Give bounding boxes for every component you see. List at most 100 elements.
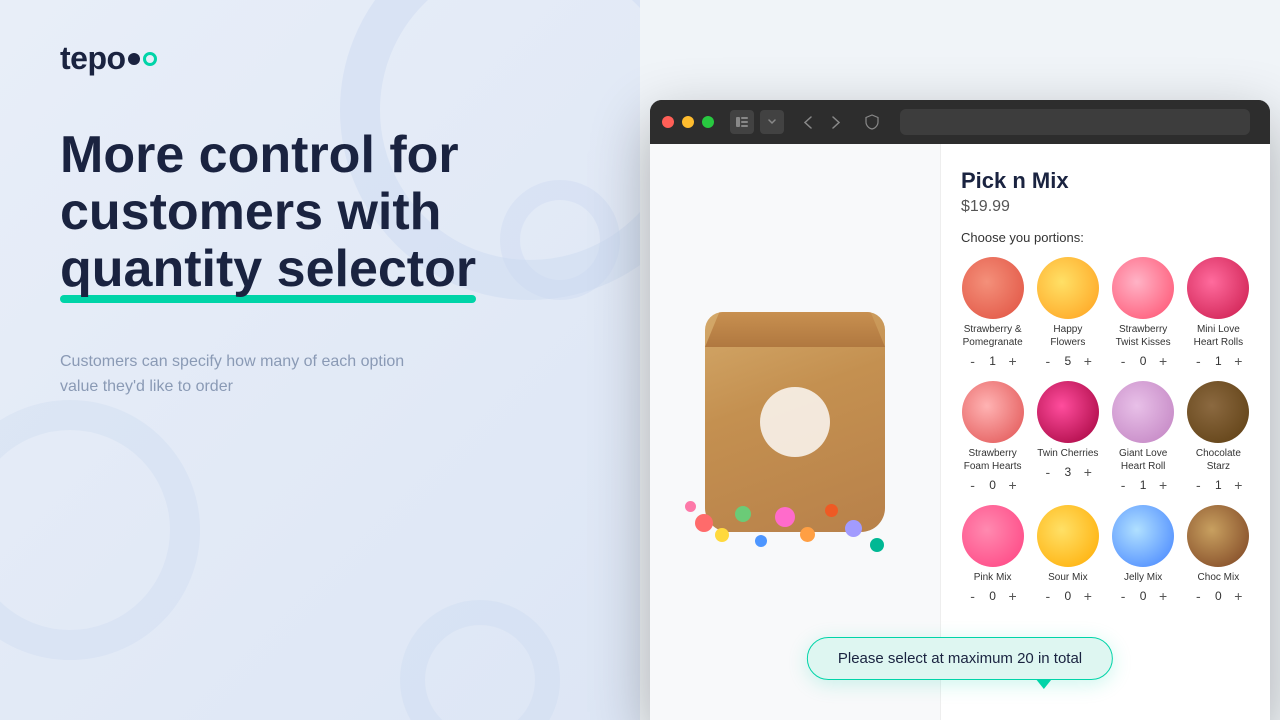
qty-control-1: -5+ xyxy=(1040,353,1096,369)
candy-image-8 xyxy=(962,505,1024,567)
product-title: Pick n Mix xyxy=(961,168,1250,194)
logo-dots xyxy=(128,52,157,66)
logo-text: tepo xyxy=(60,40,126,77)
qty-value-5: 3 xyxy=(1060,465,1076,479)
qty-value-0: 1 xyxy=(985,354,1001,368)
qty-minus-0[interactable]: - xyxy=(965,353,981,369)
logo: tepo xyxy=(60,40,580,77)
candy-image-3 xyxy=(1187,257,1249,319)
browser-nav xyxy=(796,110,848,134)
notification-text: Please select at maximum 20 in total xyxy=(838,650,1082,667)
candy-image-11 xyxy=(1187,505,1249,567)
candy-image-0 xyxy=(962,257,1024,319)
address-bar[interactable] xyxy=(900,109,1250,135)
qty-plus-6[interactable]: + xyxy=(1155,477,1171,493)
forward-button[interactable] xyxy=(824,110,848,134)
logo-dot-outline xyxy=(143,52,157,66)
candy-scatter-2 xyxy=(715,528,729,542)
candy-item: Giant Love Heart Roll -1 + xyxy=(1112,381,1175,493)
qty-minus-4[interactable]: - xyxy=(965,477,981,493)
qty-minus-11[interactable]: - xyxy=(1190,588,1206,604)
candy-name-7: Chocolate Starz xyxy=(1187,447,1250,473)
qty-minus-8[interactable]: - xyxy=(965,588,981,604)
candy-image-6 xyxy=(1112,381,1174,443)
candy-name-0: Strawberry & Pomegranate xyxy=(961,323,1024,349)
candy-image-5 xyxy=(1037,381,1099,443)
candy-item: Happy Flowers-5+ xyxy=(1036,257,1099,369)
qty-value-4: 0 xyxy=(985,478,1001,492)
candy-name-8: Pink Mix xyxy=(974,571,1012,584)
heading-highlight: quantity selector xyxy=(60,241,476,298)
qty-control-11: -0 + xyxy=(1190,588,1246,604)
notification-tail xyxy=(1036,679,1052,689)
candy-item: Choc Mix-0+ xyxy=(1187,505,1250,604)
candy-name-3: Mini Love Heart Rolls xyxy=(1187,323,1250,349)
traffic-light-green[interactable] xyxy=(702,116,714,128)
qty-value-11: 0 xyxy=(1210,589,1226,603)
traffic-light-yellow[interactable] xyxy=(682,116,694,128)
qty-control-2: -0+ xyxy=(1115,353,1171,369)
candy-name-5: Twin Cherries xyxy=(1037,447,1098,460)
candy-name-6: Giant Love Heart Roll xyxy=(1112,447,1175,473)
qty-plus-4[interactable]: + xyxy=(1005,477,1021,493)
candy-image-1 xyxy=(1037,257,1099,319)
candy-scatter-7 xyxy=(825,504,838,517)
qty-plus-7[interactable]: + xyxy=(1230,477,1246,493)
qty-value-3: 1 xyxy=(1210,354,1226,368)
candy-item: Strawberry Twist Kisses-0+ xyxy=(1112,257,1175,369)
qty-plus-10[interactable]: + xyxy=(1155,588,1171,604)
deco-circle-bottom xyxy=(400,600,560,720)
qty-plus-3[interactable]: + xyxy=(1230,353,1246,369)
qty-plus-8[interactable]: + xyxy=(1005,588,1021,604)
qty-control-10: -0 + xyxy=(1115,588,1171,604)
candy-scatter-9 xyxy=(685,501,696,512)
candy-scatter-1 xyxy=(695,514,713,532)
candy-item: Chocolate Starz -1 + xyxy=(1187,381,1250,493)
qty-plus-5[interactable]: + xyxy=(1080,464,1096,480)
qty-plus-11[interactable]: + xyxy=(1230,588,1246,604)
qty-plus-0[interactable]: + xyxy=(1005,353,1021,369)
qty-value-9: 0 xyxy=(1060,589,1076,603)
browser-titlebar xyxy=(650,100,1270,144)
browser-controls xyxy=(730,110,784,134)
sidebar-toggle-button[interactable] xyxy=(730,110,754,134)
candy-image-9 xyxy=(1037,505,1099,567)
qty-minus-2[interactable]: - xyxy=(1115,353,1131,369)
qty-minus-10[interactable]: - xyxy=(1115,588,1131,604)
traffic-light-red[interactable] xyxy=(662,116,674,128)
shield-icon xyxy=(860,110,884,134)
candy-name-10: Jelly Mix xyxy=(1124,571,1162,584)
qty-minus-5[interactable]: - xyxy=(1040,464,1056,480)
candy-item: Twin Cherries -3 + xyxy=(1036,381,1099,493)
right-panel: Pick n Mix $19.99 Choose you portions: S… xyxy=(640,0,1280,720)
qty-control-9: -0 + xyxy=(1040,588,1096,604)
qty-plus-9[interactable]: + xyxy=(1080,588,1096,604)
qty-value-7: 1 xyxy=(1210,478,1226,492)
qty-minus-9[interactable]: - xyxy=(1040,588,1056,604)
qty-value-10: 0 xyxy=(1135,589,1151,603)
qty-minus-3[interactable]: - xyxy=(1190,353,1206,369)
qty-value-6: 1 xyxy=(1135,478,1151,492)
dropdown-button[interactable] xyxy=(760,110,784,134)
candy-scatter-4 xyxy=(755,535,767,547)
bag-top xyxy=(705,312,885,347)
notification-bar: Please select at maximum 20 in total xyxy=(807,637,1113,680)
logo-dot-filled xyxy=(128,53,140,65)
qty-minus-6[interactable]: - xyxy=(1115,477,1131,493)
back-button[interactable] xyxy=(796,110,820,134)
qty-value-8: 0 xyxy=(985,589,1001,603)
product-bag-display xyxy=(695,312,895,552)
store-product-details: Pick n Mix $19.99 Choose you portions: S… xyxy=(940,144,1270,720)
qty-minus-1[interactable]: - xyxy=(1040,353,1056,369)
candy-image-7 xyxy=(1187,381,1249,443)
candy-grid: Strawberry & Pomegranate-1+Happy Flowers… xyxy=(961,257,1250,604)
qty-plus-1[interactable]: + xyxy=(1080,353,1096,369)
qty-minus-7[interactable]: - xyxy=(1190,477,1206,493)
scatter-candies xyxy=(685,482,905,562)
candy-scatter-6 xyxy=(800,527,815,542)
candy-scatter-10 xyxy=(870,538,884,552)
candy-item: Jelly Mix -0 + xyxy=(1112,505,1175,604)
qty-control-3: -1 + xyxy=(1190,353,1246,369)
left-panel: tepo More control for customers with qua… xyxy=(0,0,640,720)
qty-plus-2[interactable]: + xyxy=(1155,353,1171,369)
